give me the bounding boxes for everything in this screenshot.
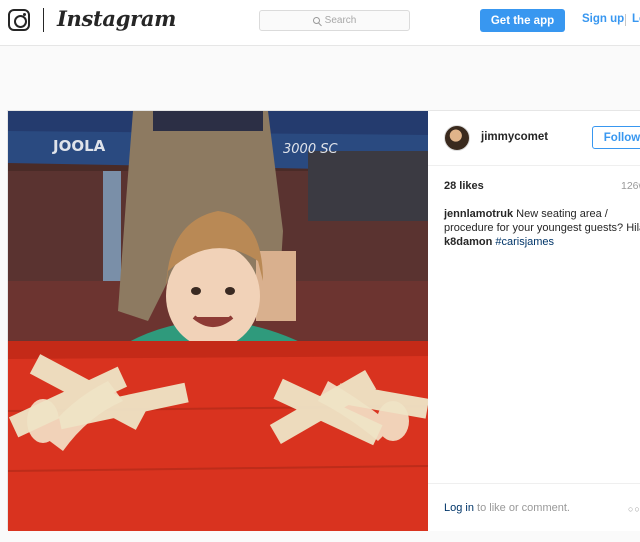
post-username[interactable]: jimmycomet — [481, 131, 548, 143]
get-the-app-button[interactable]: Get the app — [480, 9, 565, 32]
top-navigation-bar: Instagram Search Get the app Sign up Log… — [0, 0, 640, 46]
search-input[interactable]: Search — [259, 10, 410, 31]
comment: k8damon #carisjames — [444, 236, 554, 248]
table-model-text: 3000 SC — [283, 142, 338, 157]
sign-up-link[interactable]: Sign up — [582, 13, 624, 25]
comment-hashtag[interactable]: #carisjames — [495, 236, 554, 248]
post-header: jimmycomet Follow — [428, 111, 640, 166]
photo-illustration: JOOLA 3000 SC — [8, 111, 428, 531]
caption-username[interactable]: jennlamotruk — [444, 208, 513, 220]
post-photo[interactable]: JOOLA 3000 SC — [8, 111, 428, 531]
login-to-comment: Log in to like or comment. — [444, 502, 570, 514]
log-in-link[interactable]: Log in — [632, 13, 640, 25]
post-age[interactable]: 126w — [621, 180, 640, 192]
search-icon — [312, 16, 320, 24]
nav-separator — [625, 14, 626, 26]
instagram-wordmark[interactable]: Instagram — [57, 6, 176, 31]
caption: jennlamotruk New seating area / procedur… — [444, 207, 640, 235]
more-options-icon[interactable]: ○○ — [628, 504, 640, 514]
login-prompt-text: to like or comment. — [477, 502, 570, 514]
avatar[interactable] — [444, 125, 470, 151]
table-brand-text: JOOLA — [52, 137, 106, 155]
likes-count[interactable]: 28 likes — [444, 180, 484, 192]
comment-username[interactable]: k8damon — [444, 236, 492, 248]
post-card: JOOLA 3000 SC jimmycomet Follow 28 likes… — [7, 110, 640, 531]
follow-button[interactable]: Follow — [592, 126, 640, 149]
instagram-camera-icon[interactable] — [8, 9, 30, 31]
post-footer: Log in to like or comment. ○○ — [428, 483, 640, 531]
logo-divider — [43, 8, 44, 32]
login-to-like-link[interactable]: Log in — [444, 502, 474, 514]
search-placeholder: Search — [324, 15, 357, 26]
post-sidebar: jimmycomet Follow 28 likes 126w jennlamo… — [428, 111, 640, 531]
